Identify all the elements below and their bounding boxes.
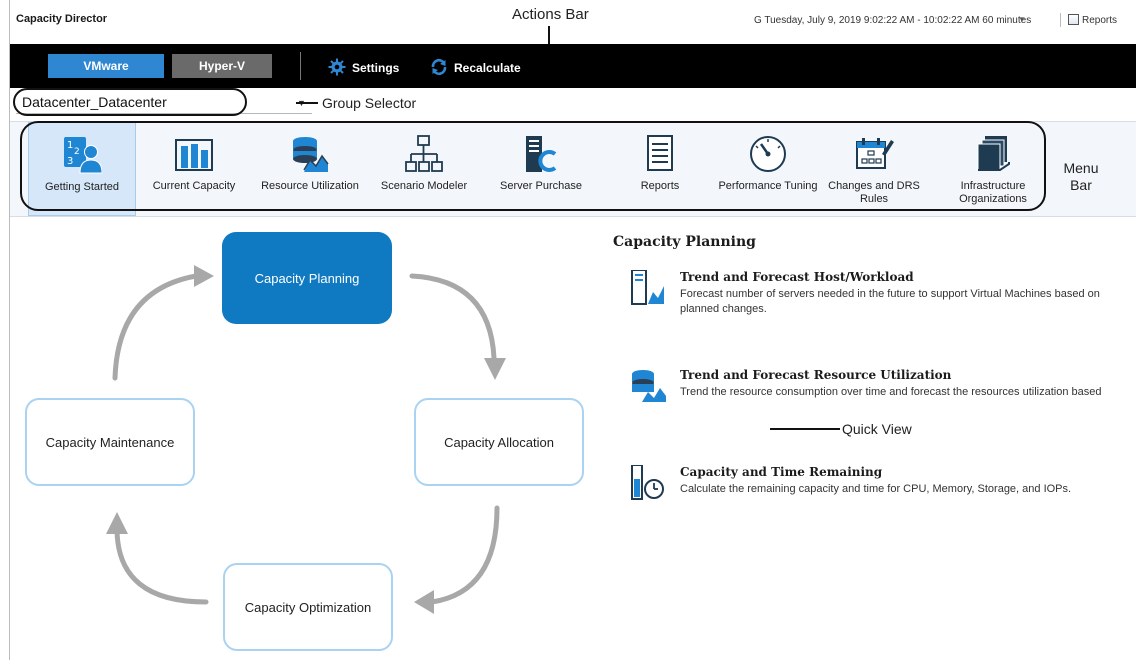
server-chart-icon xyxy=(631,270,664,305)
quick-view-description: Forecast number of servers needed in the… xyxy=(680,287,1100,317)
quick-view-heading: Capacity Planning xyxy=(613,234,756,250)
arrow-allocation-to-optimization xyxy=(429,505,500,605)
quick-view-link[interactable]: Trend and Forecast Resource Utilization xyxy=(680,368,951,382)
quick-view-annotation-line xyxy=(770,428,840,430)
quick-view-description: Calculate the remaining capacity and tim… xyxy=(680,482,1071,497)
arrow-maintenance-to-planning xyxy=(112,273,199,381)
quick-view-link[interactable]: Trend and Forecast Host/Workload xyxy=(680,270,914,284)
cycle-arrows xyxy=(106,265,506,614)
node-capacity-planning[interactable]: Capacity Planning xyxy=(222,232,392,324)
node-capacity-maintenance[interactable]: Capacity Maintenance xyxy=(25,398,195,486)
arrow-optimization-to-maintenance xyxy=(114,527,209,605)
capacity-clock-icon xyxy=(631,465,664,500)
database-chart-icon xyxy=(632,370,666,402)
quick-view-annotation: Quick View xyxy=(842,421,912,437)
node-capacity-optimization[interactable]: Capacity Optimization xyxy=(223,563,393,651)
description-line: Calculate the remaining capacity and tim… xyxy=(680,483,1072,495)
description-line: Forecast number of servers needed in the… xyxy=(680,288,1100,300)
node-capacity-allocation[interactable]: Capacity Allocation xyxy=(414,398,584,486)
quick-view-link[interactable]: Capacity and Time Remaining xyxy=(680,465,882,479)
description-line: planned changes. xyxy=(680,303,767,315)
description-line: Trend the resource consumption over time… xyxy=(680,386,1102,398)
arrow-planning-to-allocation xyxy=(409,273,497,361)
quick-view-description: Trend the resource consumption over time… xyxy=(680,385,1101,400)
